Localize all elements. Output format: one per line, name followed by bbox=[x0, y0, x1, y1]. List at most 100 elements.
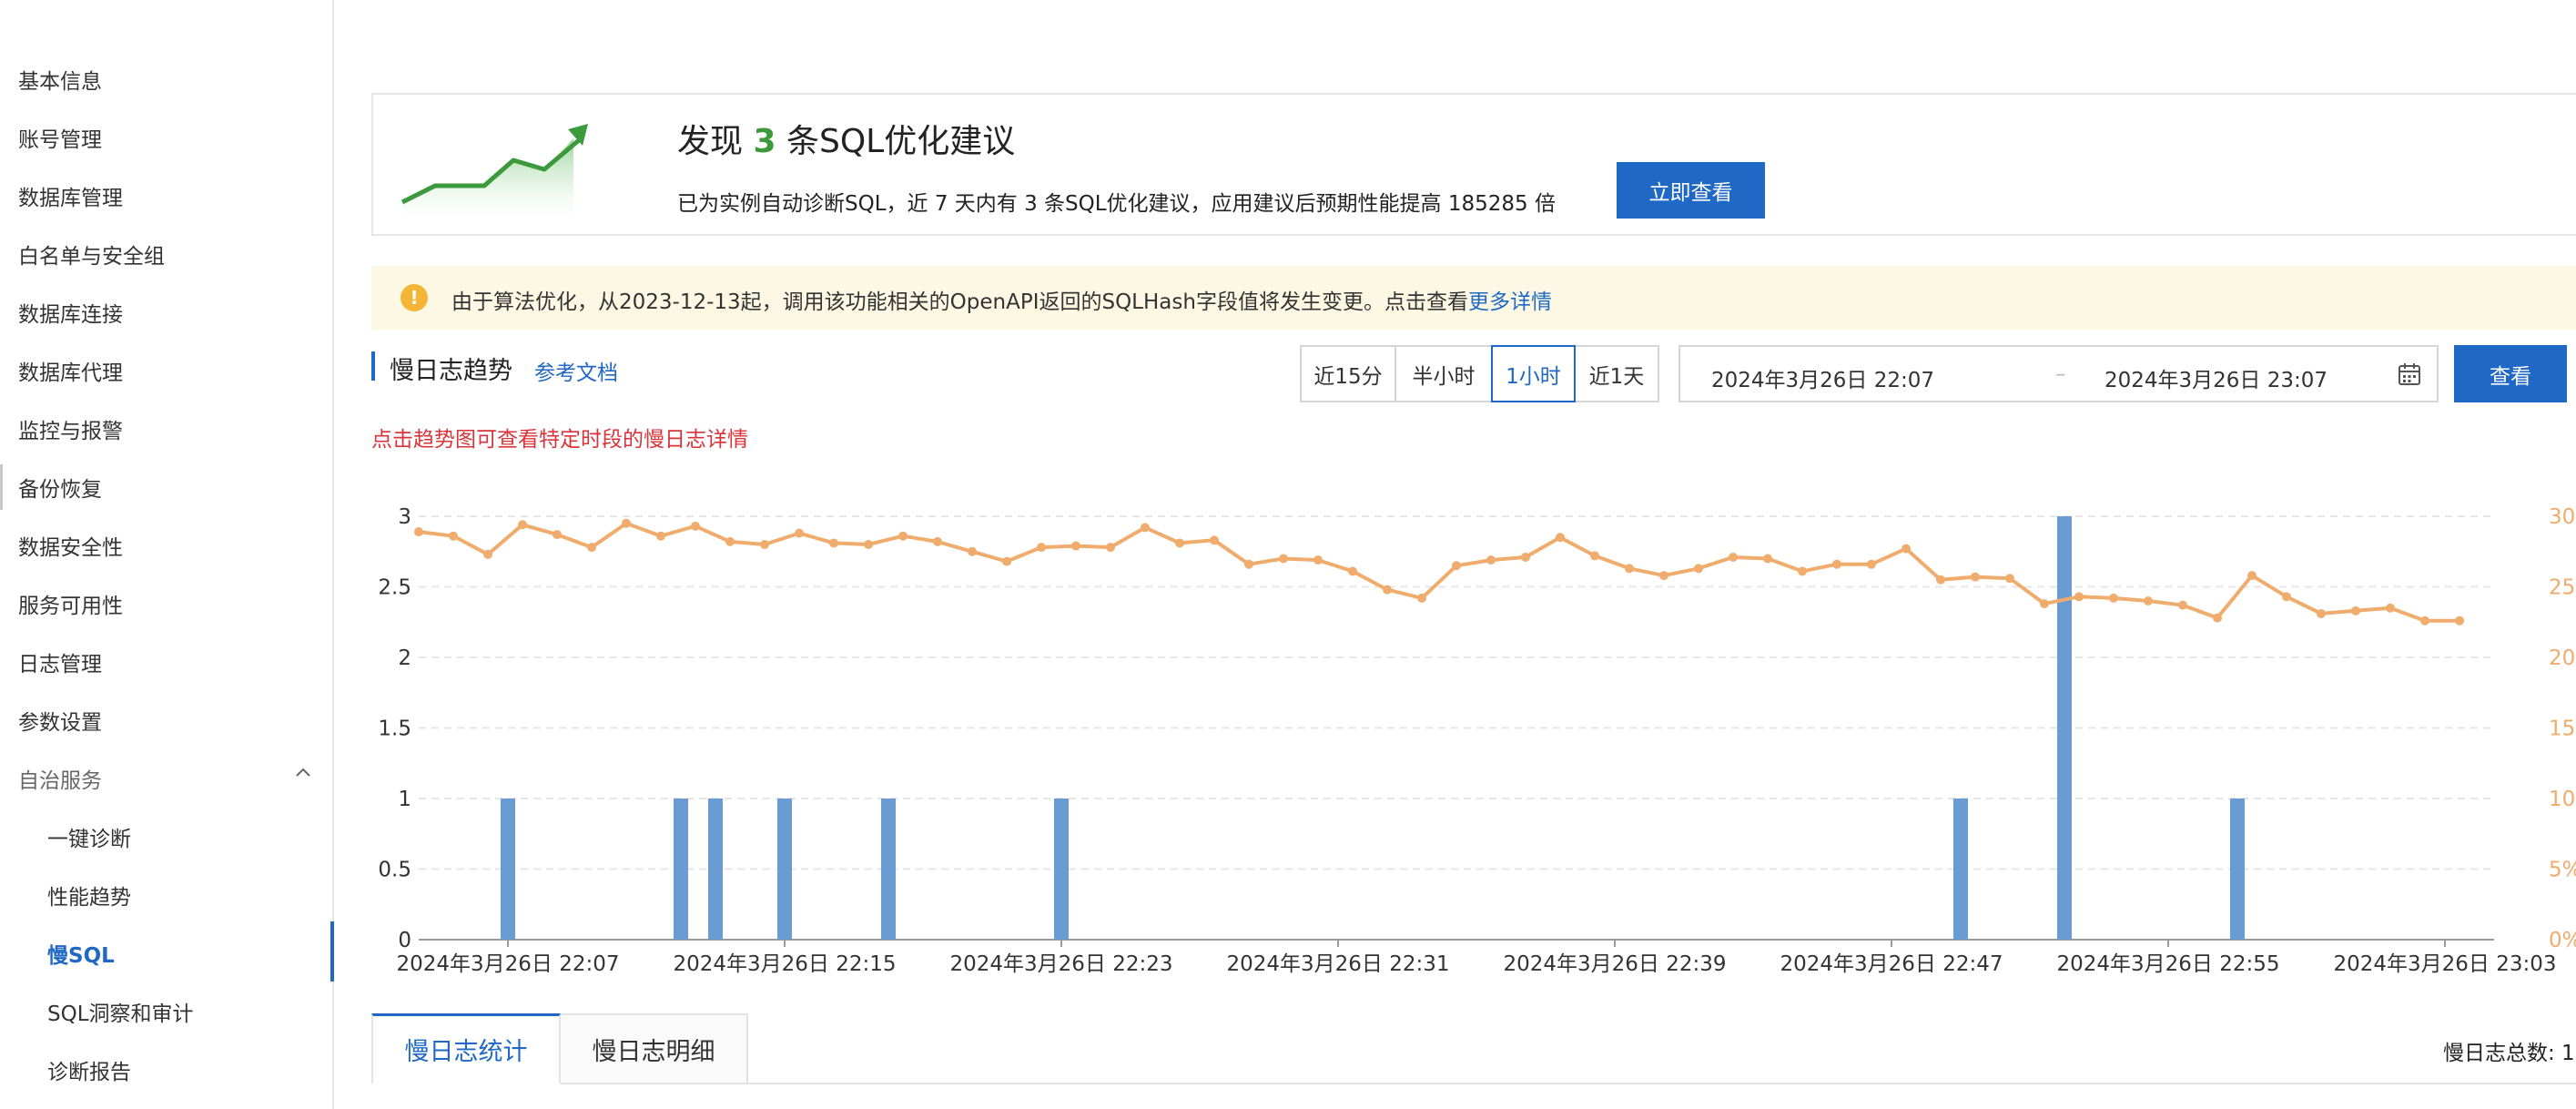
banner-title: 发现 3 条SQL优化建议 bbox=[677, 123, 1016, 160]
y-left-tick-label: 0.5 bbox=[378, 859, 411, 882]
line-point bbox=[1071, 541, 1080, 551]
sidebar-item-security[interactable]: 数据安全性 bbox=[18, 530, 123, 561]
bar bbox=[881, 799, 896, 940]
line-point bbox=[725, 536, 735, 546]
range-1day-button[interactable]: 近1天 bbox=[1574, 345, 1659, 402]
line-point bbox=[1659, 571, 1668, 581]
line-point bbox=[1002, 556, 1011, 566]
range-15min-button[interactable]: 近15分 bbox=[1300, 345, 1396, 402]
sidebar-item-sql-insight[interactable]: SQL洞察和审计 bbox=[47, 996, 194, 1027]
range-30min-button[interactable]: 半小时 bbox=[1394, 345, 1493, 402]
sidebar-item-diagnosis-report[interactable]: 诊断报告 bbox=[47, 1054, 131, 1085]
x-tick-label: 2024年3月26日 22:23 bbox=[949, 952, 1172, 976]
series-line bbox=[418, 521, 2459, 623]
slow-log-trend-chart[interactable]: 00.511.522.530%5%10%15%20%25%30%2024年3月2… bbox=[364, 483, 2576, 992]
slow-log-total: 慢日志总数: 11 bbox=[2443, 1042, 2576, 1065]
bar bbox=[2057, 516, 2072, 940]
line-point bbox=[829, 538, 838, 548]
line-point bbox=[760, 540, 769, 549]
suggestion-count: 3 bbox=[753, 123, 776, 160]
x-tick-label: 2024年3月26日 22:15 bbox=[673, 952, 896, 976]
sidebar-item-slow-sql[interactable]: 慢SQL bbox=[47, 938, 115, 969]
tab-slow-log-details[interactable]: 慢日志明细 bbox=[559, 1013, 748, 1084]
line-point bbox=[587, 543, 596, 553]
start-date[interactable]: 2024年3月26日 22:07 bbox=[1711, 362, 1934, 393]
y-right-tick-label: 15% bbox=[2549, 717, 2576, 741]
line-point bbox=[1625, 564, 1634, 574]
trend-up-icon bbox=[401, 124, 588, 220]
line-point bbox=[1832, 559, 1841, 569]
line-point bbox=[2420, 616, 2429, 626]
sidebar-item-proxy[interactable]: 数据库代理 bbox=[18, 355, 123, 386]
line-point bbox=[483, 549, 492, 559]
sidebar-item-monitoring[interactable]: 监控与报警 bbox=[18, 413, 123, 444]
line-point bbox=[2247, 571, 2257, 581]
line-point bbox=[2351, 605, 2360, 616]
line-point bbox=[414, 527, 423, 537]
line-point bbox=[898, 531, 908, 541]
line-point bbox=[1244, 559, 1253, 569]
section-accent-bar bbox=[371, 351, 375, 381]
line-point bbox=[2109, 593, 2118, 603]
time-range-selector: 近15分 半小时 1小时 近1天 bbox=[1300, 345, 1659, 402]
sidebar-item-diagnosis[interactable]: 一键诊断 bbox=[47, 821, 131, 852]
sidebar-item-basic-info[interactable]: 基本信息 bbox=[18, 64, 102, 95]
sidebar-item-databases[interactable]: 数据库管理 bbox=[18, 180, 123, 211]
line-point bbox=[1210, 535, 1219, 545]
line-point bbox=[2144, 596, 2153, 605]
calendar-icon[interactable] bbox=[2398, 362, 2421, 386]
end-date[interactable]: 2024年3月26日 23:07 bbox=[2104, 362, 2328, 393]
more-details-link[interactable]: 更多详情 bbox=[1468, 290, 1552, 314]
line-point bbox=[1486, 555, 1496, 565]
sidebar-item-backup[interactable]: 备份恢复 bbox=[18, 472, 102, 503]
sidebar-item-availability[interactable]: 服务可用性 bbox=[18, 588, 123, 619]
sidebar-item-performance-trend[interactable]: 性能趋势 bbox=[47, 880, 131, 911]
y-left-tick-label: 2 bbox=[398, 646, 411, 670]
sidebar-item-whitelist[interactable]: 白名单与安全组 bbox=[18, 239, 165, 270]
view-now-button[interactable]: 立即查看 bbox=[1617, 162, 1765, 219]
line-point bbox=[2005, 574, 2014, 584]
query-button[interactable]: 查看 bbox=[2454, 345, 2567, 402]
line-point bbox=[1383, 585, 1392, 595]
sidebar-active-indicator bbox=[330, 921, 334, 982]
line-point bbox=[449, 531, 458, 541]
line-point bbox=[864, 540, 873, 549]
sidebar-item-connection[interactable]: 数据库连接 bbox=[18, 297, 123, 328]
line-point bbox=[1141, 523, 1150, 533]
chevron-up-icon[interactable] bbox=[294, 765, 312, 779]
y-right-tick-label: 30% bbox=[2549, 505, 2576, 529]
bar bbox=[1953, 799, 1968, 940]
tab-slow-log-stats[interactable]: 慢日志统计 bbox=[371, 1013, 561, 1084]
line-point bbox=[1452, 561, 1461, 571]
y-right-tick-label: 5% bbox=[2549, 859, 2576, 882]
line-point bbox=[2455, 616, 2464, 626]
line-point bbox=[2386, 603, 2395, 613]
sidebar-item-logs[interactable]: 日志管理 bbox=[18, 646, 102, 677]
banner-description: 已为实例自动诊断SQL，近 7 天内有 3 条SQL优化建议，应用建议后预期性能… bbox=[677, 192, 1556, 216]
date-range-picker[interactable]: 2024年3月26日 22:07 – 2024年3月26日 23:07 bbox=[1678, 345, 2439, 402]
bar bbox=[708, 799, 723, 940]
sidebar-item-parameters[interactable]: 参数设置 bbox=[18, 705, 102, 736]
sidebar-item-accounts[interactable]: 账号管理 bbox=[18, 122, 102, 153]
line-point bbox=[553, 530, 562, 540]
y-left-tick-label: 0 bbox=[398, 929, 411, 952]
line-point bbox=[656, 531, 665, 541]
line-point bbox=[1590, 551, 1599, 561]
x-tick-label: 2024年3月26日 22:31 bbox=[1226, 952, 1449, 976]
line-point bbox=[2317, 608, 2326, 618]
y-left-tick-label: 1 bbox=[398, 788, 411, 811]
line-point bbox=[1279, 554, 1288, 564]
range-1hour-button[interactable]: 1小时 bbox=[1491, 345, 1576, 402]
y-right-tick-label: 10% bbox=[2549, 788, 2576, 811]
section-title: 慢日志趋势 bbox=[390, 357, 512, 385]
x-tick-label: 2024年3月26日 23:03 bbox=[2333, 952, 2556, 976]
line-point bbox=[1936, 575, 1945, 585]
date-separator: – bbox=[2055, 362, 2066, 386]
reference-doc-link[interactable]: 参考文档 bbox=[534, 355, 618, 386]
line-point bbox=[1556, 533, 1565, 543]
line-point bbox=[518, 520, 527, 530]
optimization-banner: 发现 3 条SQL优化建议 已为实例自动诊断SQL，近 7 天内有 3 条SQL… bbox=[371, 93, 2576, 236]
line-point bbox=[2178, 600, 2187, 610]
line-point bbox=[622, 518, 631, 528]
sidebar-group-autonomy[interactable]: 自治服务 bbox=[18, 763, 102, 794]
